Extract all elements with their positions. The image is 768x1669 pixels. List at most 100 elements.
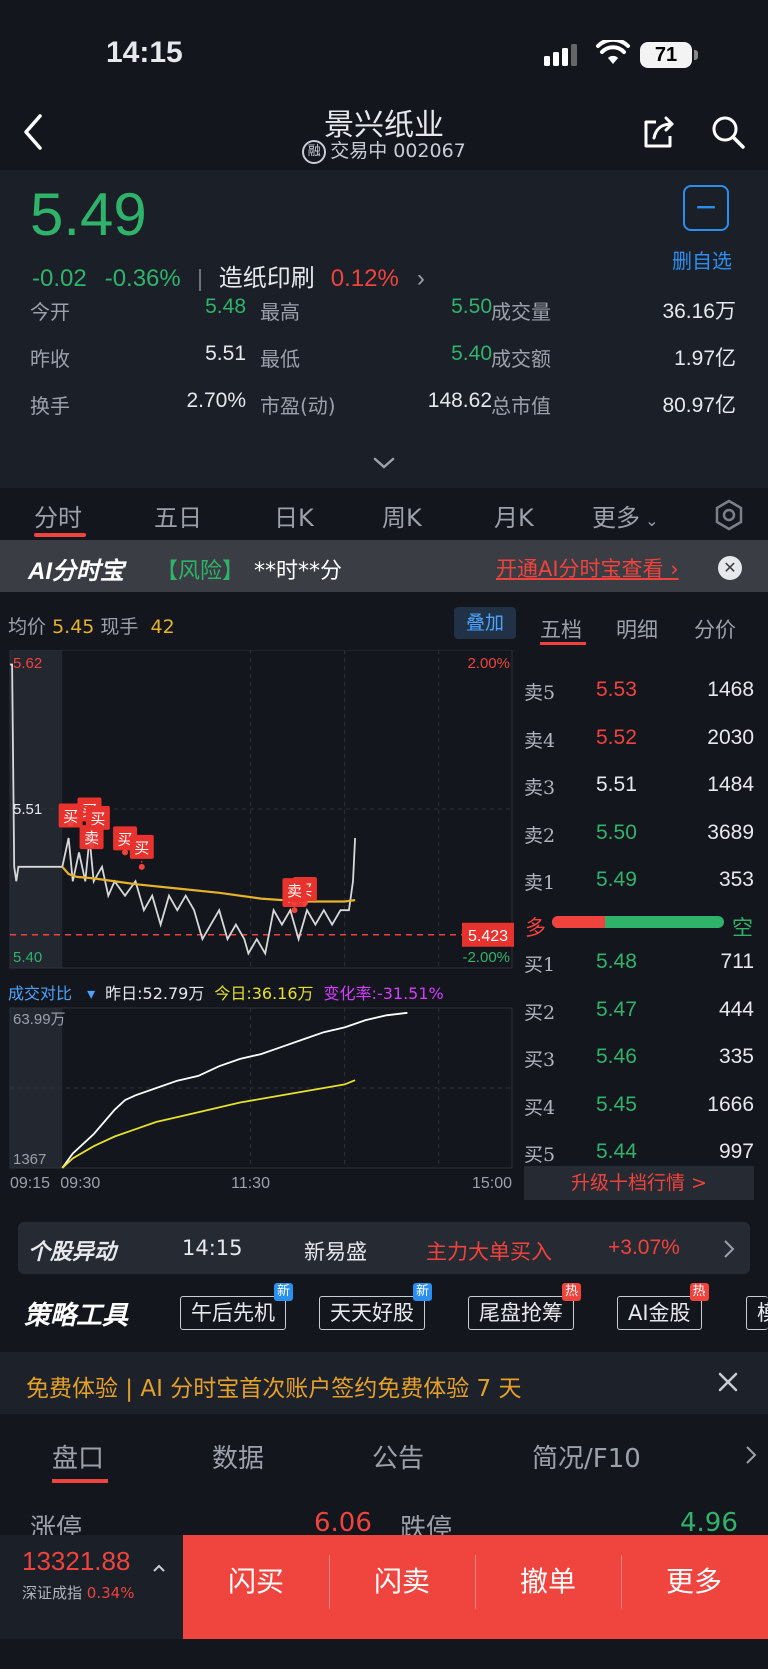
badge: 新	[273, 1283, 293, 1301]
search-icon[interactable]	[710, 114, 746, 150]
overlay-button[interactable]: 叠加	[454, 607, 516, 639]
more-actions-button[interactable]: 更多	[621, 1555, 767, 1609]
orderbook-row[interactable]: 买4 5.45 1666	[524, 1093, 754, 1123]
intraday-chart[interactable]: 买买买卖买买买买卖5.625.515.402.00%-2.00%5.423	[0, 650, 520, 980]
orderbook-row[interactable]: 卖1 5.49 353	[524, 868, 754, 898]
level-price: 5.51	[596, 773, 637, 796]
signal-icon	[544, 44, 577, 66]
tab-price-dist[interactable]: 分价	[694, 614, 736, 644]
tab-intraday[interactable]: 分时	[34, 498, 82, 533]
level-price: 5.44	[596, 1140, 637, 1163]
battery-icon: 71	[640, 42, 692, 68]
orderbook-row[interactable]: 卖4 5.52 2030	[524, 726, 754, 756]
strategy-tool-label: AI金股	[628, 1301, 691, 1325]
strategy-tool[interactable]: AI金股热	[617, 1283, 709, 1330]
level-label: 买2	[524, 1001, 556, 1024]
orderbook-row[interactable]: 买3 5.46 335	[524, 1045, 754, 1075]
avg-label: 均价	[8, 616, 47, 638]
signal-dot	[67, 820, 74, 827]
ai-subscribe-link[interactable]: 开通AI分时宝查看 ›	[496, 553, 679, 583]
movement-title: 个股异动	[28, 1240, 117, 1265]
yesterday-volume-line	[61, 1011, 408, 1169]
level-price: 5.47	[596, 997, 637, 1021]
chart-legend: 均价 5.45 现手 42	[8, 612, 175, 639]
signal-label: 卖	[287, 882, 302, 900]
remove-watchlist-button[interactable]: −	[683, 185, 729, 231]
tab-monthly-k[interactable]: 月K	[494, 498, 534, 533]
signal-dot	[138, 863, 145, 870]
close-icon[interactable]: ✕	[718, 556, 742, 580]
tab-detail[interactable]: 明细	[616, 614, 658, 644]
tab-handicap[interactable]: 盘口	[52, 1438, 104, 1475]
reference-label: 5.423	[468, 928, 508, 945]
level-price: 5.45	[596, 1092, 637, 1116]
today-volume-line	[61, 1079, 356, 1169]
level-price: 5.46	[596, 1045, 637, 1068]
settings-icon[interactable]	[713, 499, 745, 531]
level-volume: 1484	[707, 773, 754, 796]
level-volume: 444	[718, 997, 754, 1021]
orderbook-row[interactable]: 卖3 5.51 1484	[524, 773, 754, 803]
tab-more[interactable]: 更多 ⌄	[592, 498, 659, 533]
volume-compare-title: 成交对比	[8, 984, 73, 1003]
now-value: 42	[150, 616, 175, 638]
upgrade-button[interactable]: 升级十档行情 >	[524, 1166, 754, 1200]
chevron-right-icon[interactable]	[744, 1444, 758, 1466]
stat-label: 今开	[30, 300, 70, 324]
stat-label: 总市值	[491, 394, 551, 418]
orderbook-row[interactable]: 卖2 5.50 3689	[524, 821, 754, 851]
signal-dot	[88, 842, 95, 849]
x-tick-label: 11:30	[231, 1175, 270, 1192]
remove-watchlist-label[interactable]: 删自选	[672, 245, 732, 274]
x-tick-label: 09:15	[10, 1175, 50, 1192]
flash-buy-button[interactable]: 闪买	[183, 1555, 329, 1609]
level-label: 卖5	[524, 682, 556, 704]
tab-announcements[interactable]: 公告	[372, 1438, 424, 1475]
tab-five-levels[interactable]: 五档	[540, 614, 582, 644]
index-info: 深证成指 0.34%	[22, 1582, 134, 1603]
change-row: -0.02 -0.36% 造纸印刷 0.12% ›	[32, 258, 443, 293]
volume-today: 今日:36.16万	[214, 984, 314, 1003]
cancel-order-button[interactable]: 撤单	[475, 1555, 621, 1609]
tab-f10[interactable]: 简况/F10	[532, 1438, 641, 1475]
orderbook-row[interactable]: 卖5 5.53 1468	[524, 678, 754, 708]
y-tick-label: 2.00%	[467, 655, 510, 672]
strategy-tool[interactable]: 模拟	[746, 1296, 768, 1330]
share-icon[interactable]	[640, 114, 676, 150]
tab-weekly-k[interactable]: 周K	[382, 498, 422, 533]
flash-sell-button[interactable]: 闪卖	[329, 1555, 475, 1609]
tab-daily-k[interactable]: 日K	[274, 498, 314, 533]
level-label: 买5	[524, 1144, 556, 1166]
level-volume: 3689	[707, 820, 754, 844]
level-label: 卖4	[524, 729, 556, 752]
strategy-tool[interactable]: 尾盘抢筹热	[468, 1283, 581, 1330]
level-price: 5.49	[596, 868, 637, 891]
level-volume: 711	[720, 950, 754, 973]
orderbook-row[interactable]: 买1 5.48 711	[524, 950, 754, 980]
level-price: 5.52	[596, 725, 637, 749]
trial-text[interactable]: 免费体验 | AI 分时宝首次账户签约免费体验 7 天	[26, 1369, 521, 1403]
strategy-tool-label: 尾盘抢筹	[479, 1301, 563, 1325]
stat-value: 2.70%	[186, 389, 246, 412]
close-icon[interactable]	[716, 1370, 740, 1394]
chevron-right-icon[interactable]	[722, 1238, 736, 1260]
y-tick-label: -2.00%	[462, 949, 510, 966]
level-price: 5.50	[596, 820, 637, 844]
movement-time: 14:15	[182, 1236, 243, 1260]
volume-compare-chart[interactable]: 63.99万 1367 09:15 09:30 11:30 15:00	[0, 1004, 520, 1196]
sector-name[interactable]: 造纸印刷	[219, 265, 315, 292]
long-label: 多	[525, 916, 546, 940]
volume-compare-label[interactable]: 成交对比 ▾	[8, 984, 95, 1003]
ai-risk-tag: 【风险】	[156, 559, 245, 584]
tab-data[interactable]: 数据	[212, 1438, 264, 1475]
stat-label: 换手	[30, 394, 70, 418]
orderbook-row[interactable]: 买2 5.47 444	[524, 998, 754, 1028]
chevron-up-icon[interactable]	[152, 1563, 166, 1573]
strategy-tool[interactable]: 天天好股新	[319, 1283, 432, 1330]
chevron-right-icon[interactable]: ›	[417, 265, 425, 292]
tab-five-day[interactable]: 五日	[154, 498, 202, 533]
chevron-down-icon[interactable]	[372, 455, 396, 471]
strategy-tool[interactable]: 午后先机新	[180, 1283, 293, 1330]
tab-more-label: 更多	[592, 504, 640, 532]
sector-pct[interactable]: 0.12%	[331, 265, 399, 292]
